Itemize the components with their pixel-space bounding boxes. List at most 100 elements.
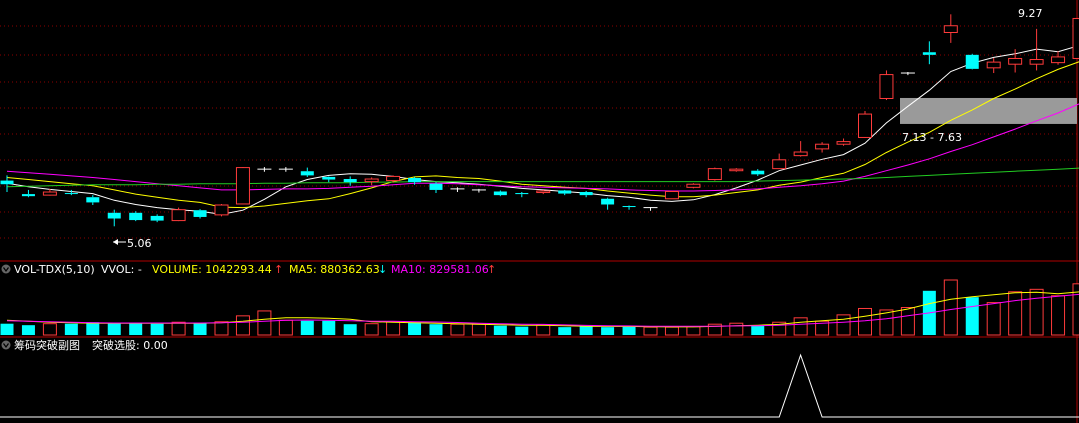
ma10-arrow: ↑	[487, 263, 496, 276]
panel-toggle-icon[interactable]	[1, 340, 11, 350]
volume-bar	[686, 326, 701, 336]
breakout-value: 突破选股: 0.00	[92, 338, 168, 352]
candle-body	[943, 25, 958, 33]
candle-body	[515, 193, 529, 195]
candle	[836, 138, 851, 146]
candle	[900, 71, 915, 76]
volume-bar	[408, 322, 422, 335]
volume-ma5-line	[6, 291, 1079, 328]
volume-bar	[601, 327, 615, 335]
svg-text:筹码突破副图 突破选股: 0.00: 筹码突破副图 突破选股: 0.00	[14, 338, 168, 352]
candle-body	[707, 168, 722, 181]
candle	[643, 207, 658, 211]
candle	[193, 209, 207, 219]
volume-ma-lines	[6, 291, 1079, 328]
candle-body	[21, 194, 35, 197]
candle-body	[1072, 17, 1079, 59]
candle-body	[772, 159, 787, 170]
candle	[943, 14, 958, 43]
volume-bar	[0, 323, 14, 335]
volume-arrow: ↑	[274, 263, 283, 276]
volume-bars	[0, 279, 1079, 336]
vvol-label: VVOL: -	[101, 263, 142, 276]
volume-bar	[664, 326, 679, 336]
ma-line-green	[6, 167, 1079, 188]
candle-body	[729, 168, 744, 172]
volume-bar	[1051, 295, 1066, 336]
candle-body	[558, 190, 572, 194]
candle-body	[965, 54, 979, 69]
candle-body	[150, 215, 164, 221]
candle-body	[193, 210, 207, 217]
candle	[793, 141, 808, 157]
range-price-label: 7.13 - 7.63	[902, 131, 962, 144]
volume-bar	[965, 297, 979, 335]
volume-bar	[536, 324, 551, 336]
candle	[879, 70, 894, 101]
candle	[129, 211, 143, 222]
volume-bar	[300, 320, 314, 335]
candle	[751, 169, 765, 176]
candle	[300, 167, 314, 177]
candle	[257, 167, 272, 172]
ma5-arrow: ↓	[378, 263, 387, 276]
candle-body	[815, 143, 830, 150]
volume-bar	[343, 324, 357, 335]
volume-bar	[21, 325, 35, 335]
volume-bar	[386, 321, 401, 336]
breakout-line	[0, 353, 1079, 418]
volume-bar	[515, 326, 529, 335]
breakout-signal-line	[0, 353, 1079, 418]
volume-bar	[579, 326, 593, 335]
candle-body	[64, 193, 78, 195]
volume-value: VOLUME: 1042293.44	[152, 263, 272, 276]
candle	[965, 53, 979, 70]
candle	[150, 214, 164, 223]
volume-bar	[214, 321, 229, 336]
candle-body	[622, 206, 636, 208]
candle-body	[536, 190, 551, 194]
candle-body	[235, 167, 250, 205]
volume-bar	[1008, 291, 1023, 336]
volume-bar	[900, 307, 915, 336]
moving-average-lines	[6, 45, 1079, 215]
svg-text:VOL-TDX(5,10) VVOL: -: VOL-TDX(5,10) VVOL: - VOLUME: 1042293.44…	[14, 263, 496, 276]
candle-body	[364, 178, 379, 183]
candle-body	[386, 175, 401, 182]
candle-body	[42, 191, 57, 196]
ma5-value: MA5: 880362.63	[289, 263, 380, 276]
volume-bar	[86, 322, 100, 335]
candle-body	[664, 190, 679, 200]
candle	[493, 190, 507, 197]
candle-body	[858, 113, 872, 138]
candle	[815, 142, 830, 153]
candle	[579, 190, 593, 198]
volume-bar	[193, 323, 207, 335]
candle-body	[793, 151, 808, 157]
volume-bar	[42, 323, 57, 336]
volume-indicator-name: VOL-TDX(5,10)	[14, 263, 95, 276]
volume-bar	[751, 325, 765, 335]
candle-body	[922, 52, 936, 55]
candle	[1072, 17, 1079, 59]
volume-bar	[558, 327, 572, 335]
candle-body	[1008, 57, 1023, 65]
volume-bar	[278, 319, 293, 336]
panel-toggle-icon[interactable]	[1, 264, 11, 274]
candle	[536, 189, 551, 195]
candle	[986, 57, 1001, 74]
candle	[922, 41, 936, 65]
candle	[772, 153, 787, 170]
candle	[214, 203, 229, 217]
candle-body	[986, 61, 1001, 69]
candle	[1051, 51, 1066, 65]
candle-body	[0, 180, 14, 185]
price-annotations: 9.27 7.13 - 7.63 5.06	[113, 7, 1043, 250]
volume-bar	[943, 279, 958, 336]
volume-bar	[729, 322, 744, 336]
candle-body	[579, 192, 593, 196]
range-band	[900, 97, 1077, 124]
candle-body	[300, 171, 314, 176]
low-price-marker: 5.06	[113, 237, 152, 250]
candle	[707, 167, 722, 181]
